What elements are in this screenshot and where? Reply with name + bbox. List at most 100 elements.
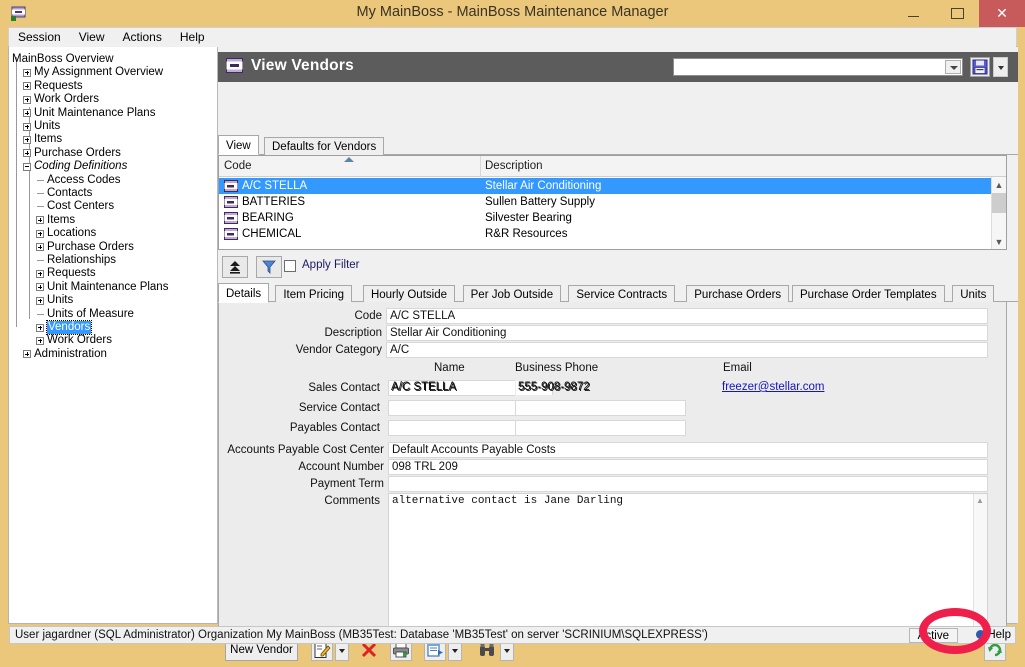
menu-item-session[interactable]: Session xyxy=(9,28,70,47)
expand-icon[interactable] xyxy=(36,229,44,238)
contact-phone-value-0: 555-908-9872 xyxy=(518,381,590,393)
maximize-button[interactable] xyxy=(935,0,979,27)
table-row[interactable]: BEARING Silvester Bearing xyxy=(219,210,1006,226)
table-row[interactable]: BATTERIES Sullen Battery Supply xyxy=(219,194,1006,210)
sidebar-item-unit-maintenance-plans[interactable]: Unit Maintenance Plans xyxy=(9,107,217,120)
contacts-column-name: Name xyxy=(434,362,465,374)
comments-textarea[interactable]: alternative contact is Jane Darling▲▼ xyxy=(388,493,988,636)
grid-column-description[interactable]: Description xyxy=(485,160,543,172)
contact-label: Sales Contact xyxy=(308,382,380,394)
sidebar-item-work-orders[interactable]: Work Orders xyxy=(9,334,217,347)
contact-phone-field[interactable] xyxy=(515,420,686,436)
description-label: Description xyxy=(324,327,382,339)
code-field[interactable]: A/C STELLA xyxy=(386,308,988,324)
contact-email-link[interactable]: freezer@stellar.com xyxy=(722,381,824,393)
contact-email-field[interactable]: freezer@stellar.com xyxy=(719,380,899,396)
scroll-up-icon[interactable]: ▲ xyxy=(992,177,1006,192)
table-row[interactable]: A/C STELLA Stellar Air Conditioning xyxy=(219,178,1006,194)
sidebar-item-units-of-measure[interactable]: Units of Measure xyxy=(9,308,217,321)
sidebar-item-unit-maintenance-plans[interactable]: Unit Maintenance Plans xyxy=(9,281,217,294)
expand-icon[interactable] xyxy=(23,95,31,104)
tab-units[interactable]: Units xyxy=(952,285,995,303)
sidebar-item-items[interactable]: Items xyxy=(9,133,217,146)
expand-icon[interactable] xyxy=(23,350,31,359)
grid-vertical-scrollbar[interactable]: ▲ ▼ xyxy=(991,177,1006,249)
sidebar-item-label: Relationships xyxy=(47,254,117,266)
tab-per-job-outside[interactable]: Per Job Outside xyxy=(462,285,562,303)
expand-icon[interactable] xyxy=(36,269,44,278)
menu-item-help[interactable]: Help xyxy=(171,28,214,47)
close-button[interactable]: ✕ xyxy=(979,0,1025,27)
navigation-tree[interactable]: MainBoss Overview My Assignment Overview R… xyxy=(9,47,218,623)
sidebar-item-locations[interactable]: Locations xyxy=(9,227,217,240)
scrollbar-thumb[interactable] xyxy=(992,193,1006,213)
expand-icon[interactable] xyxy=(36,243,44,252)
tab-purchase-order-templates[interactable]: Purchase Order Templates xyxy=(792,285,945,303)
chevron-down-icon[interactable] xyxy=(945,60,961,74)
tab-view[interactable]: View xyxy=(218,135,259,155)
sidebar-item-items[interactable]: Items xyxy=(9,214,217,227)
scroll-up-icon[interactable]: ▲ xyxy=(976,496,984,505)
tab-hourly-outside[interactable]: Hourly Outside xyxy=(362,285,455,303)
payment-term-field[interactable] xyxy=(388,476,988,492)
collapse-up-button[interactable] xyxy=(222,256,248,278)
expand-icon[interactable] xyxy=(36,283,44,292)
vendors-grid[interactable]: Code Description A/C STELLA Stellar Air C… xyxy=(218,155,1007,250)
tab-details[interactable]: Details xyxy=(218,283,270,303)
sidebar-item-administration[interactable]: Administration xyxy=(9,348,217,361)
scroll-down-icon[interactable]: ▼ xyxy=(992,234,1006,249)
table-row[interactable]: CHEMICAL R&R Resources xyxy=(219,226,1006,242)
expand-icon[interactable] xyxy=(23,149,31,158)
expand-icon[interactable] xyxy=(36,296,44,305)
sidebar-item-relationships[interactable]: Relationships xyxy=(9,254,217,267)
account-number-field[interactable]: 098 TRL 209 xyxy=(388,459,988,475)
menu-item-view[interactable]: View xyxy=(70,28,114,47)
sidebar-item-purchase-orders[interactable]: Purchase Orders xyxy=(9,241,217,254)
sidebar-item-units[interactable]: Units xyxy=(9,294,217,307)
collapse-icon[interactable] xyxy=(23,162,31,171)
apply-filter-checkbox[interactable] xyxy=(284,260,296,272)
filter-button[interactable] xyxy=(256,256,282,278)
grid-column-code[interactable]: Code xyxy=(224,160,252,172)
expand-icon[interactable] xyxy=(36,336,44,345)
expand-icon[interactable] xyxy=(23,135,31,144)
tab-service-contracts[interactable]: Service Contracts xyxy=(568,285,676,303)
description-field[interactable]: Stellar Air Conditioning xyxy=(386,325,988,341)
sidebar-item-my-assignment-overview[interactable]: My Assignment Overview xyxy=(9,66,217,79)
application-window: My MainBoss - MainBoss Maintenance Manag… xyxy=(0,0,1025,661)
tree-connector xyxy=(37,193,44,194)
expand-icon[interactable] xyxy=(23,68,31,77)
expand-icon[interactable] xyxy=(36,216,44,225)
sidebar-item-mainboss-overview[interactable]: MainBoss Overview xyxy=(9,53,217,66)
save-button[interactable] xyxy=(970,57,990,77)
expand-icon[interactable] xyxy=(36,323,44,332)
sidebar-item-requests[interactable]: Requests xyxy=(9,267,217,280)
expand-icon[interactable] xyxy=(23,82,31,91)
expand-icon[interactable] xyxy=(23,122,31,131)
ap-cost-center-field[interactable]: Default Accounts Payable Costs xyxy=(388,442,988,458)
sidebar-item-coding-definitions[interactable]: Coding Definitions xyxy=(9,160,217,173)
title-bar: My MainBoss - MainBoss Maintenance Manag… xyxy=(0,0,1025,27)
apply-filter-label[interactable]: Apply Filter xyxy=(302,259,360,271)
header-search-combo[interactable] xyxy=(673,58,963,76)
sidebar-item-label: Cost Centers xyxy=(47,200,115,213)
sidebar-item-requests[interactable]: Requests xyxy=(9,80,217,93)
sidebar-item-units[interactable]: Units xyxy=(9,120,217,133)
menu-item-actions[interactable]: Actions xyxy=(114,28,171,47)
tab-defaults-for-vendors[interactable]: Defaults for Vendors xyxy=(264,137,385,155)
sidebar-item-cost-centers[interactable]: Cost Centers xyxy=(9,200,217,213)
tab-item-pricing[interactable]: Item Pricing xyxy=(275,285,353,303)
sidebar-item-access-codes[interactable]: Access Codes xyxy=(9,174,217,187)
contact-phone-field[interactable] xyxy=(515,400,686,416)
vendor-row-icon xyxy=(224,228,238,240)
menu-bar: Session View Actions Help xyxy=(8,27,1017,46)
sidebar-item-vendors[interactable]: Vendors xyxy=(9,319,217,336)
sidebar-item-contacts[interactable]: Contacts xyxy=(9,187,217,200)
sidebar-item-purchase-orders[interactable]: Purchase Orders xyxy=(9,147,217,160)
vendor-category-field[interactable]: A/C xyxy=(386,342,988,358)
sidebar-item-work-orders[interactable]: Work Orders xyxy=(9,93,217,106)
minimize-button[interactable] xyxy=(891,0,935,27)
expand-icon[interactable] xyxy=(23,109,31,118)
tab-purchase-orders[interactable]: Purchase Orders xyxy=(686,285,790,303)
save-dropdown-button[interactable] xyxy=(993,57,1008,77)
